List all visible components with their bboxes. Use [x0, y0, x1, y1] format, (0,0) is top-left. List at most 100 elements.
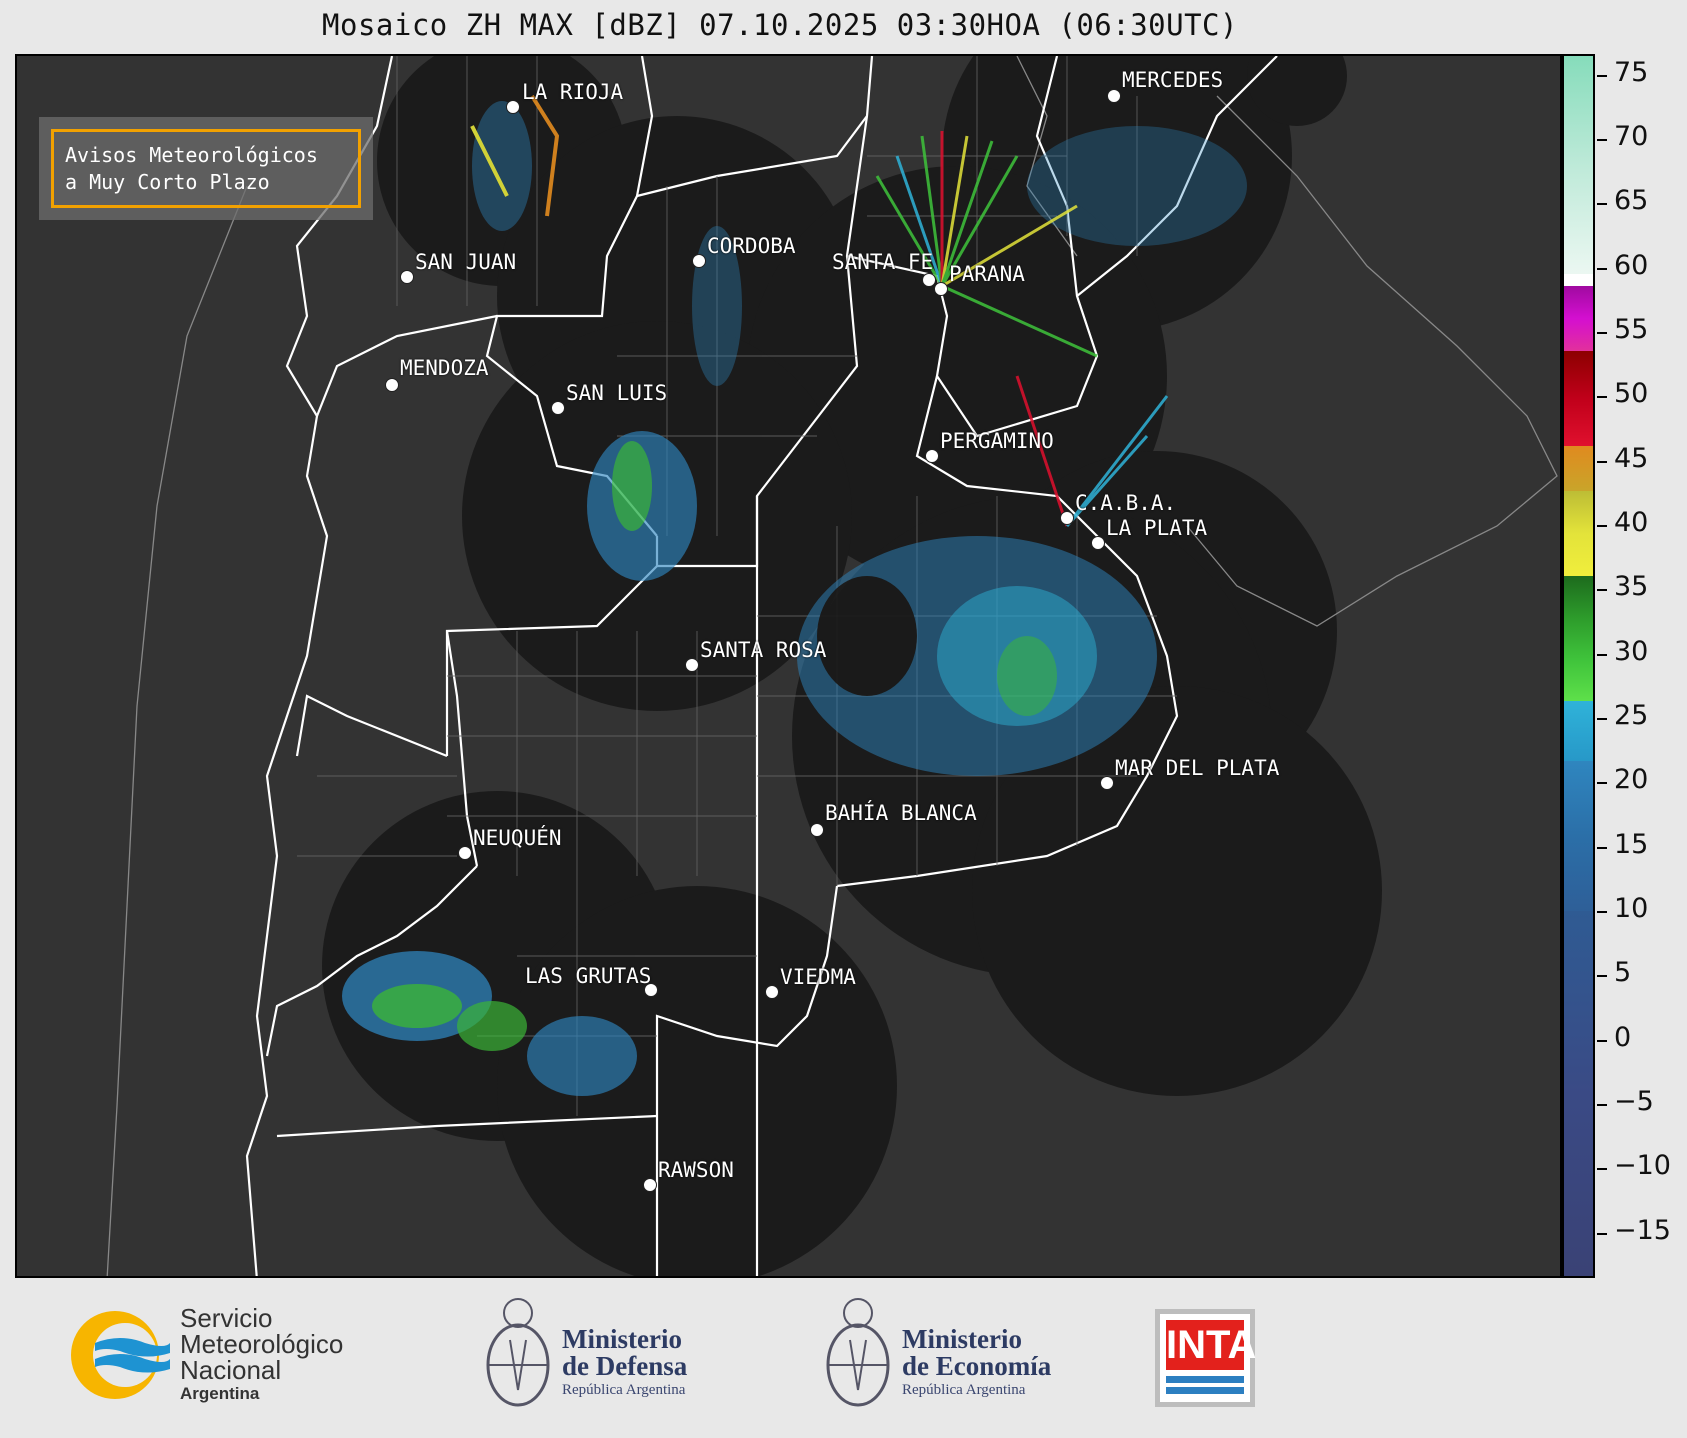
notice-frame: Avisos Meteorológicos a Muy Corto Plazo: [51, 129, 361, 208]
colorbar-cyan: [1564, 701, 1593, 761]
city-label-san-luis: SAN LUIS: [566, 381, 668, 405]
colorbar-tick: [1597, 911, 1607, 913]
colorbar-tick-label: 40: [1614, 507, 1649, 538]
smn-line-3: Nacional: [180, 1355, 282, 1385]
echo-mercedes: [1027, 126, 1247, 246]
colorbar-tick: [1597, 718, 1607, 720]
echo-san-luis-core: [612, 441, 652, 531]
colorbar-tick: [1597, 332, 1607, 334]
colorbar-tick-label: 65: [1614, 185, 1649, 216]
colorbar-tick: [1597, 203, 1607, 205]
city-marker-la-plata[interactable]: [1091, 536, 1105, 550]
colorbar-yellow: [1564, 491, 1593, 576]
city-marker-cordoba[interactable]: [692, 254, 706, 268]
notice-line-2: a Muy Corto Plazo: [65, 170, 270, 194]
city-marker-bahia-blanca[interactable]: [810, 823, 824, 837]
smn-wordmark: Servicio Meteorológico Nacional Argentin…: [180, 1305, 343, 1405]
colorbar-tick-label: 30: [1614, 636, 1649, 667]
city-marker-mendoza[interactable]: [385, 378, 399, 392]
colorbar-red: [1564, 351, 1593, 446]
colorbar-tick: [1597, 268, 1607, 270]
city-marker-rawson[interactable]: [643, 1178, 657, 1192]
economia-line-2: de Economía: [902, 1351, 1052, 1381]
city-marker-mercedes[interactable]: [1107, 89, 1121, 103]
city-label-caba: C.A.B.A.: [1075, 491, 1177, 515]
colorbar-tick: [1597, 139, 1607, 141]
economia-line-1: Ministerio: [902, 1324, 1022, 1354]
city-marker-viedma[interactable]: [765, 985, 779, 999]
city-marker-mar-del-plata[interactable]: [1100, 776, 1114, 790]
colorbar-tick-label: 55: [1614, 314, 1649, 345]
city-marker-la-rioja[interactable]: [506, 100, 520, 114]
inta-logo: INTA: [1155, 1309, 1256, 1407]
city-marker-san-luis[interactable]: [551, 401, 565, 415]
dbz-colorbar: [1562, 54, 1595, 1278]
city-marker-pergamino[interactable]: [925, 449, 939, 463]
colorbar-tick-label: 45: [1614, 443, 1649, 474]
city-label-santa-fe: SANTA FE: [832, 250, 934, 274]
defensa-line-3: República Argentina: [562, 1382, 686, 1398]
colorbar-tick-label: 20: [1614, 764, 1649, 795]
inta-stripe-icon: [1166, 1376, 1244, 1383]
city-label-bahia-blanca: BAHÍA BLANCA: [825, 801, 977, 825]
colorbar-tick: [1597, 589, 1607, 591]
colorbar-tick-label: 70: [1614, 121, 1649, 152]
colorbar-tick: [1597, 525, 1607, 527]
economia-wordmark: Ministerio de Economía República Argenti…: [902, 1326, 1051, 1400]
smn-line-2: Meteorológico: [180, 1329, 344, 1359]
echo-la-rioja: [472, 101, 532, 231]
inta-stripe-icon: [1166, 1387, 1244, 1394]
colorbar-tick-label: −15: [1614, 1215, 1671, 1246]
colorbar-tick-label: 5: [1614, 957, 1632, 988]
smn-line-1: Servicio: [180, 1303, 273, 1333]
economia-line-3: República Argentina: [902, 1382, 1026, 1398]
defensa-line-2: de Defensa: [562, 1351, 688, 1381]
colorbar-tick-label: 25: [1614, 700, 1649, 731]
smn-line-4: Argentina: [180, 1384, 260, 1403]
city-label-mendoza: MENDOZA: [400, 356, 489, 380]
notice-line-1: Avisos Meteorológicos: [65, 143, 318, 167]
echo-buenos-aires-green: [997, 636, 1057, 716]
echo-patagonia-green: [372, 984, 462, 1028]
colorbar-blue: [1564, 761, 1593, 911]
colorbar-tick: [1597, 1233, 1607, 1235]
economia-coat-of-arms-icon: [826, 1298, 890, 1407]
colorbar-magenta: [1564, 286, 1593, 351]
colorbar-tick: [1597, 461, 1607, 463]
radar-map[interactable]: Avisos Meteorológicos a Muy Corto Plazo …: [15, 54, 1562, 1278]
notice-panel: Avisos Meteorológicos a Muy Corto Plazo: [39, 117, 373, 220]
colorbar-tick: [1597, 1104, 1607, 1106]
colorbar-green: [1564, 576, 1593, 701]
colorbar-tick: [1597, 847, 1607, 849]
colorbar-tick: [1597, 1040, 1607, 1042]
colorbar-tick: [1597, 75, 1607, 77]
colorbar-tick-label: 10: [1614, 893, 1649, 924]
defensa-line-1: Ministerio: [562, 1324, 682, 1354]
colorbar-low: [1564, 911, 1593, 1276]
city-marker-caba[interactable]: [1060, 511, 1074, 525]
colorbar-white: [1564, 274, 1593, 286]
city-marker-parana[interactable]: [934, 282, 948, 296]
colorbar-tick-label: 60: [1614, 250, 1649, 281]
city-label-mercedes: MERCEDES: [1122, 68, 1224, 92]
city-label-san-juan: SAN JUAN: [415, 250, 517, 274]
map-title: Mosaico ZH MAX [dBZ] 07.10.2025 03:30HOA…: [322, 8, 1238, 42]
colorbar-tick: [1597, 782, 1607, 784]
city-label-mar-del-plata: MAR DEL PLATA: [1115, 756, 1280, 780]
city-marker-san-juan[interactable]: [400, 270, 414, 284]
echo-las-grutas: [527, 1016, 637, 1096]
city-label-las-grutas: LAS GRUTAS: [525, 964, 652, 988]
city-marker-neuquen[interactable]: [458, 846, 472, 860]
colorbar-tick-label: 15: [1614, 829, 1649, 860]
colorbar-tick: [1597, 654, 1607, 656]
colorbar-tick: [1597, 1168, 1607, 1170]
colorbar-mint: [1564, 56, 1593, 281]
colorbar-tick-label: −10: [1614, 1150, 1671, 1181]
city-label-parana: PARANA: [949, 262, 1025, 286]
city-label-santa-rosa: SANTA ROSA: [700, 638, 827, 662]
defensa-coat-of-arms-icon: [486, 1298, 550, 1407]
colorbar-tick-label: −5: [1614, 1086, 1654, 1117]
smn-logo-icon: [71, 1311, 170, 1399]
colorbar-tick: [1597, 396, 1607, 398]
city-marker-santa-rosa[interactable]: [685, 658, 699, 672]
